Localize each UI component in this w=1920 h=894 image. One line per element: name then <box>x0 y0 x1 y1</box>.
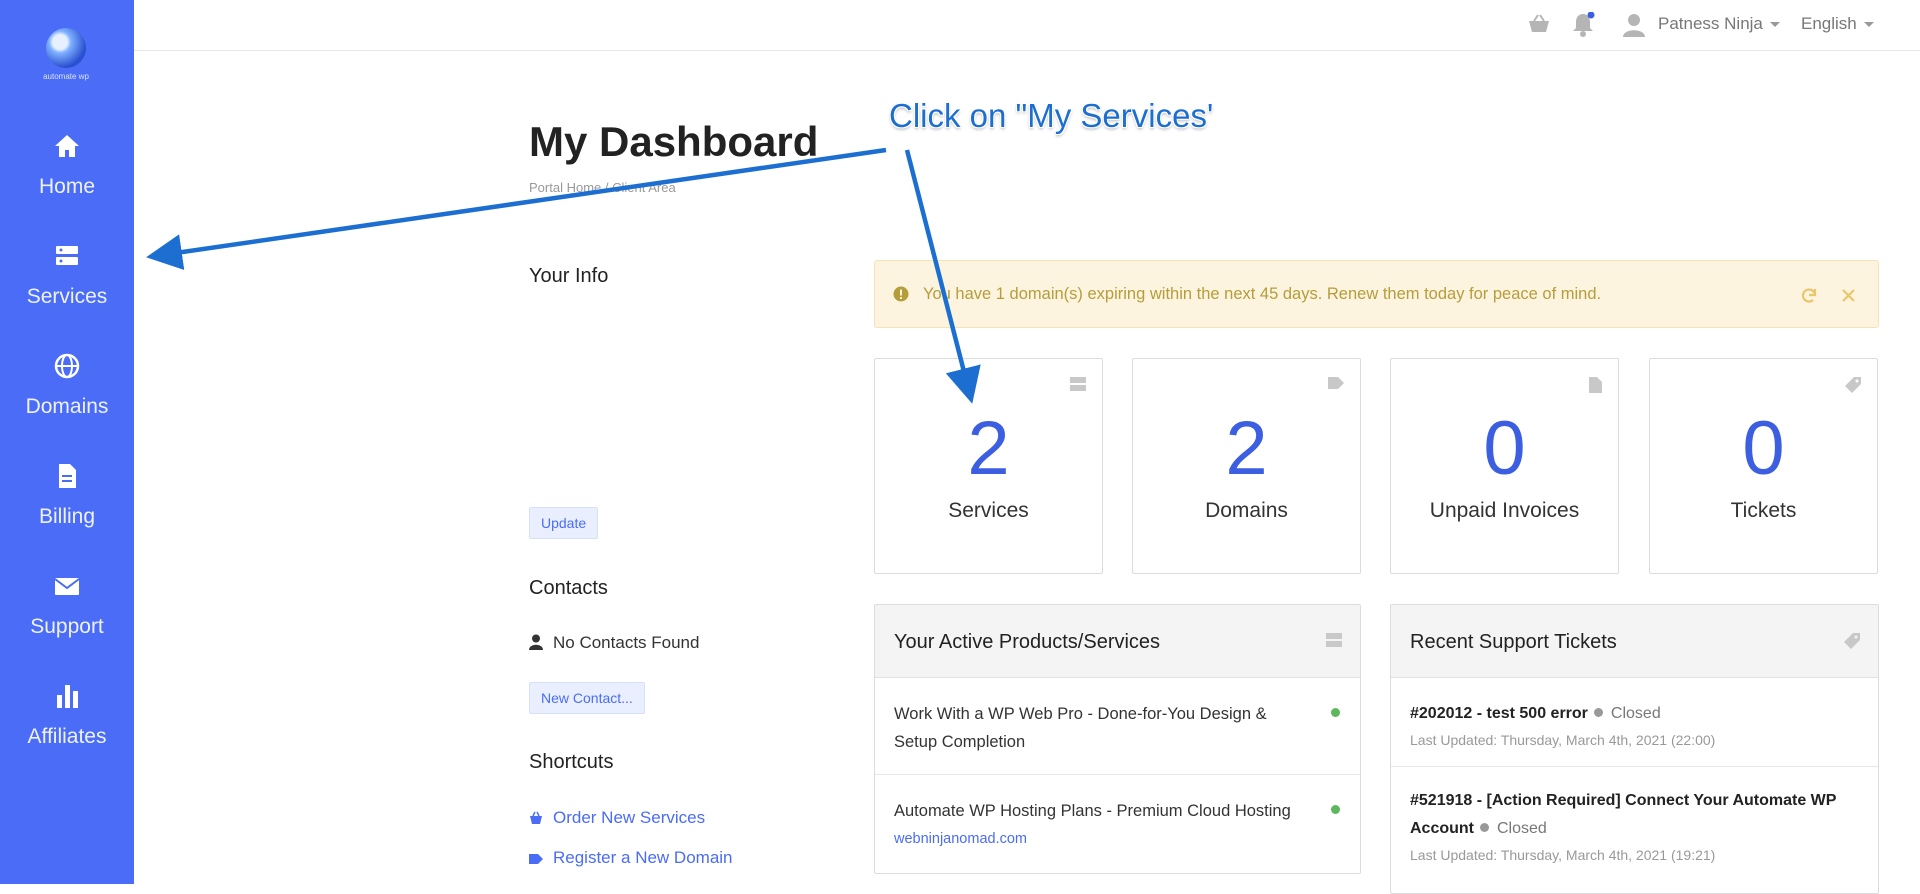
chevron-down-icon <box>1769 22 1780 28</box>
your-info-heading: Your Info <box>529 265 609 287</box>
ticket-icon <box>1844 633 1860 649</box>
sidebar: automate wp Home Services Domains Billin… <box>0 0 134 884</box>
sidebar-item-label: Home <box>38 175 96 198</box>
stat-label: Unpaid Invoices <box>1429 499 1580 522</box>
stat-value: 0 <box>1742 406 1785 491</box>
user-name: Patness Ninja <box>1658 14 1763 33</box>
update-button[interactable]: Update <box>529 507 599 539</box>
file-icon <box>59 464 76 488</box>
sidebar-item-support[interactable]: Support <box>0 571 134 661</box>
logo-mark <box>46 28 86 68</box>
new-contact-button[interactable]: New Contact... <box>529 682 645 714</box>
stat-value: 2 <box>1225 406 1268 491</box>
status-dot <box>1593 708 1603 717</box>
sidebar-item-domains[interactable]: Domains <box>0 351 134 441</box>
status-dot <box>1331 708 1340 717</box>
language-selector[interactable]: English <box>1801 14 1874 34</box>
sidebar-item-label: Support <box>30 615 104 638</box>
alert-message: You have 1 domain(s) expiring within the… <box>923 285 1602 303</box>
product-name: Work With a WP Web Pro - Done-for-You De… <box>894 705 1267 751</box>
sidebar-item-home[interactable]: Home <box>0 131 134 221</box>
panel-title: Recent Support Tickets <box>1410 631 1617 653</box>
globe-icon <box>54 353 80 379</box>
bell-icon[interactable] <box>1571 12 1595 38</box>
contacts-heading: Contacts <box>529 577 608 599</box>
stat-label: Tickets <box>1730 499 1797 522</box>
ticket-status-label: Closed <box>1610 705 1661 722</box>
file-icon <box>1589 377 1602 393</box>
status-dot <box>1331 805 1340 814</box>
sidebar-item-label: Affiliates <box>27 725 107 748</box>
user-icon <box>1623 14 1645 37</box>
status-dot <box>1480 823 1489 832</box>
stat-tile-domains[interactable]: 2 Domains <box>1132 358 1361 574</box>
warning-icon <box>893 286 909 302</box>
shortcut-register-domain[interactable]: Register a New Domain <box>529 848 733 868</box>
sidebar-item-billing[interactable]: Billing <box>0 461 134 551</box>
envelope-icon <box>54 578 80 595</box>
stat-value: 2 <box>967 406 1010 491</box>
ticket-status-label: Closed <box>1497 820 1547 837</box>
domain-expiry-alert: You have 1 domain(s) expiring within the… <box>874 260 1879 328</box>
logo[interactable]: automate wp <box>36 28 96 84</box>
tag-icon <box>529 854 543 864</box>
ticket-status: Closed <box>1593 705 1661 722</box>
shortcut-label: Register a New Domain <box>553 848 733 867</box>
list-item[interactable]: Automate WP Hosting Plans - Premium Clou… <box>875 775 1360 872</box>
top-navbar: Patness Ninja English <box>134 0 1920 51</box>
page-title: My Dashboard <box>529 118 819 165</box>
tag-icon <box>1328 377 1344 389</box>
annotation-callout: Click on "My Services' <box>889 97 1214 134</box>
panel-title: Your Active Products/Services <box>894 631 1161 653</box>
shortcuts-heading: Shortcuts <box>529 751 614 773</box>
no-contacts-row: No Contacts Found <box>529 633 699 653</box>
sidebar-item-services[interactable]: Services <box>0 241 134 331</box>
stat-label: Domains <box>1205 499 1288 522</box>
product-name: Automate WP Hosting Plans - Premium Clou… <box>894 802 1291 820</box>
logo-text: automate wp <box>43 72 89 81</box>
refresh-icon[interactable] <box>1800 287 1818 305</box>
ticket-icon <box>1845 377 1861 393</box>
basket-icon <box>530 811 542 824</box>
no-contacts-text: No Contacts Found <box>553 633 700 652</box>
ticket-row[interactable]: #521918 - [Action Required] Connect Your… <box>1391 767 1878 881</box>
recent-tickets-panel: Recent Support Tickets #202012 - test 50… <box>1390 604 1879 894</box>
ticket-updated: Last Updated: Thursday, March 4th, 2021 … <box>1410 732 1716 748</box>
panel-header: Your Active Products/Services <box>875 605 1360 678</box>
shortcut-label: Order New Services <box>553 808 706 827</box>
bar-chart-icon <box>57 685 78 708</box>
product-domain[interactable]: webninjanomad.com <box>894 831 1300 847</box>
sidebar-item-label: Services <box>26 285 108 308</box>
home-icon <box>55 135 79 157</box>
server-icon <box>1070 377 1086 391</box>
basket-icon[interactable] <box>1527 14 1551 34</box>
active-products-panel: Your Active Products/Services Work With … <box>874 604 1361 874</box>
ticket-title: #521918 - [Action Required] Connect Your… <box>1410 792 1837 837</box>
chevron-down-icon <box>1863 22 1874 28</box>
stat-value: 0 <box>1483 406 1526 491</box>
sidebar-item-label: Domains <box>25 395 109 418</box>
ticket-updated: Last Updated: Thursday, March 4th, 2021 … <box>1410 847 1716 863</box>
stat-tile-services[interactable]: 2 Services <box>874 358 1103 574</box>
ticket-title: #202012 - test 500 error <box>1410 705 1588 722</box>
breadcrumb[interactable]: Portal Home / Client Area <box>529 180 676 195</box>
ticket-row[interactable]: #202012 - test 500 error Closed Last Upda… <box>1391 678 1878 767</box>
user-menu[interactable]: Patness Ninja <box>1658 14 1780 34</box>
user-icon <box>529 634 543 650</box>
panel-header: Recent Support Tickets <box>1391 605 1878 678</box>
sidebar-item-affiliates[interactable]: Affiliates <box>0 681 134 771</box>
server-icon <box>1326 633 1342 647</box>
sidebar-item-label: Billing <box>38 505 96 528</box>
server-icon <box>56 246 78 265</box>
list-item[interactable]: Work With a WP Web Pro - Done-for-You De… <box>875 678 1360 775</box>
stat-label: Services <box>948 499 1029 522</box>
close-icon[interactable] <box>1841 288 1856 303</box>
shortcut-order-new-services[interactable]: Order New Services <box>529 808 705 828</box>
ticket-status: Closed <box>1480 820 1547 837</box>
stat-tile-unpaid-invoices[interactable]: 0 Unpaid Invoices <box>1390 358 1619 574</box>
stat-tile-tickets[interactable]: 0 Tickets <box>1649 358 1878 574</box>
language-label: English <box>1801 14 1857 33</box>
